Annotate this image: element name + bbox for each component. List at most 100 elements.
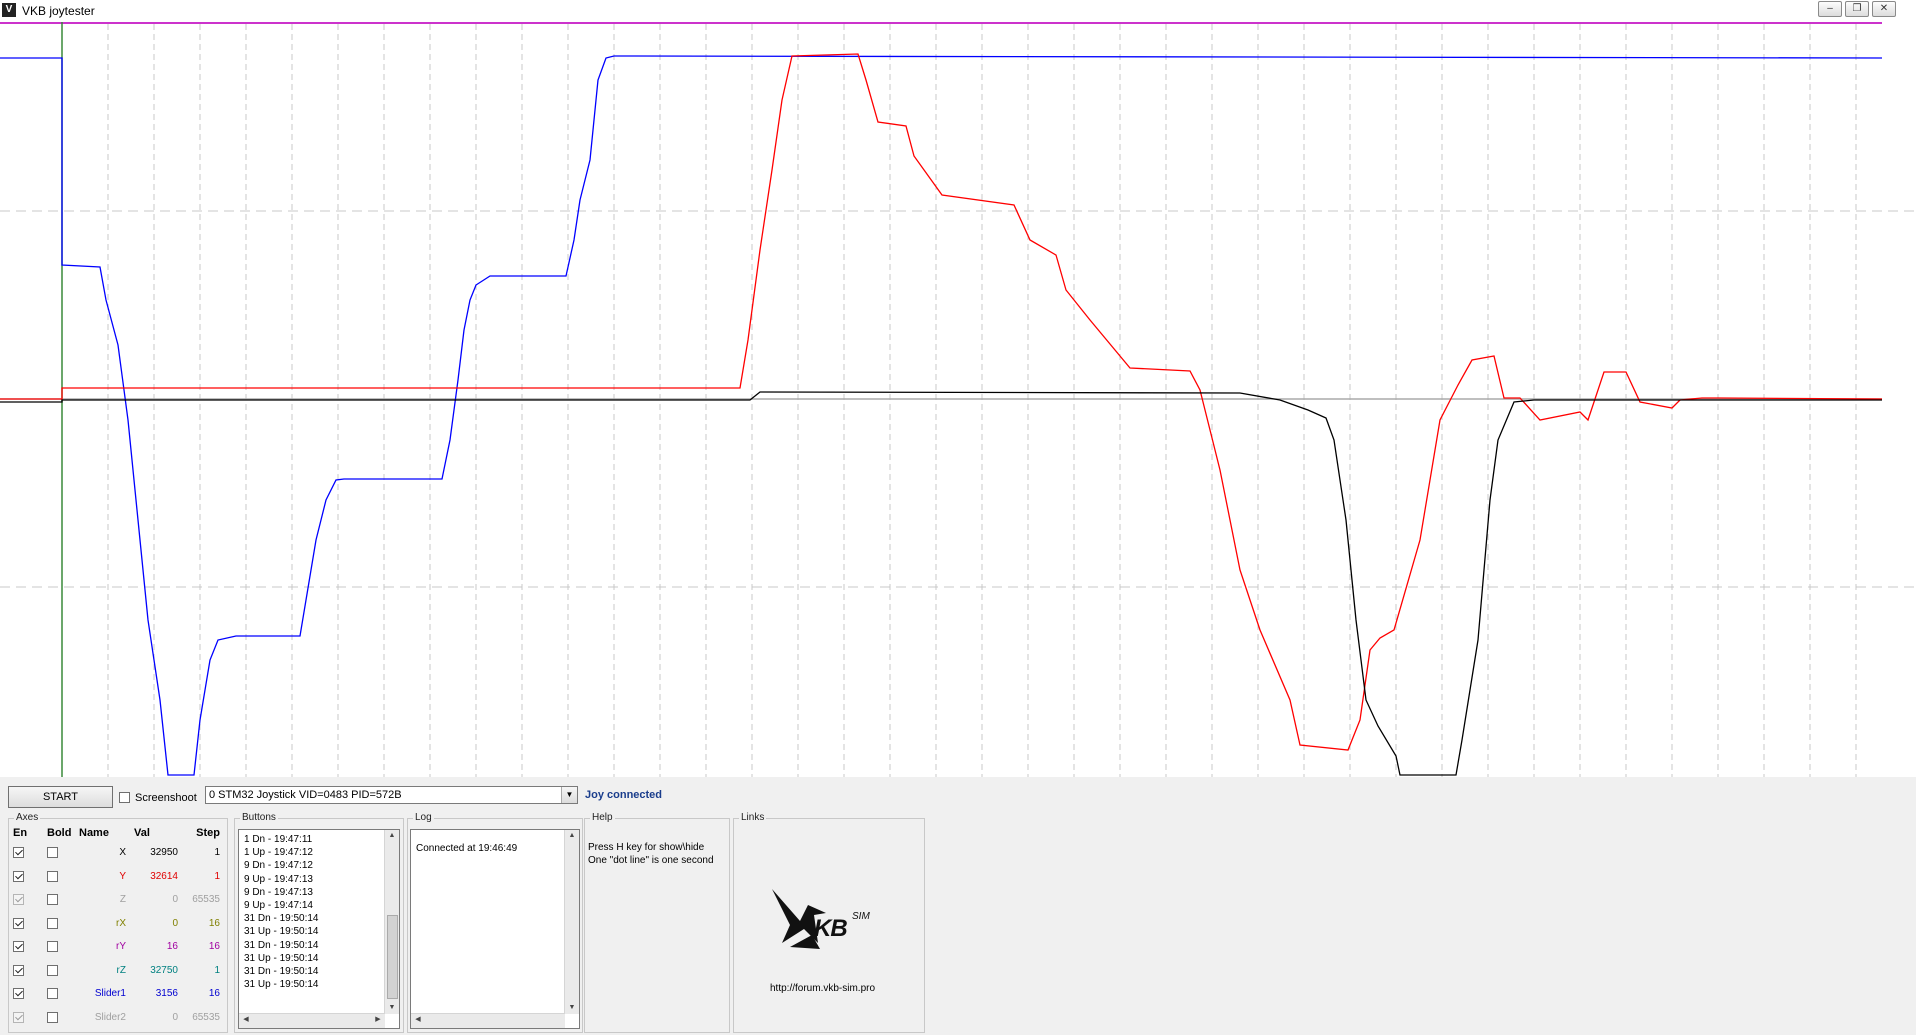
axis-value: 32950 [150,847,178,859]
axis-row: rY 16 16 [13,935,220,959]
axis-bold-checkbox[interactable] [47,964,58,976]
log-group-label: Log [413,812,434,823]
restore-icon[interactable]: ❐ [1845,1,1869,17]
axis-enable-checkbox[interactable] [13,917,24,929]
axis-enable-checkbox[interactable] [13,847,24,859]
button-event-item[interactable]: 9 Dn - 19:47:13 [239,886,399,899]
log-group: Log Connected at 19:46:49 ▲ ▼ ◀ [407,812,583,1033]
buttons-group-label: Buttons [240,812,278,823]
scroll-down-icon[interactable]: ▼ [565,1002,579,1014]
axis-step: 1 [214,870,220,882]
ry-axis-trace [0,391,1882,776]
axis-bold-checkbox[interactable] [47,988,58,1000]
buttons-group: Buttons 1 Dn - 19:47:11 1 Up - 19:47:12 9 … [234,812,404,1033]
chevron-down-icon[interactable]: ▼ [561,787,577,803]
axis-plot-canvas [0,21,1916,777]
axis-step: 1 [214,847,220,859]
button-event-item[interactable]: 31 Dn - 19:50:14 [239,912,399,925]
axes-table: En Bold Name Val Step X 32950 1 Y 32614 1 Z 0 65… [13,825,220,1029]
help-line-1: Press H key for show\hide [588,842,705,853]
axis-name: Z [119,894,126,906]
axis-enable-checkbox[interactable] [13,870,24,882]
device-select[interactable]: 0 STM32 Joystick VID=0483 PID=572B ▼ [205,786,578,804]
log-vertical-scrollbar[interactable]: ▲ ▼ [564,830,579,1014]
axis-bold-checkbox[interactable] [47,941,58,953]
start-button[interactable]: START [8,786,113,808]
axis-row: rX 0 16 [13,912,220,936]
logo-superscript: SIM [852,911,870,922]
axes-group: Axes En Bold Name Val Step X 32950 1 Y 32614… [8,812,228,1033]
axis-bold-checkbox[interactable] [47,894,58,906]
links-group: Links KB SIM http://forum.vkb-sim.pro [733,812,925,1033]
minimize-icon[interactable]: – [1818,1,1842,17]
axes-group-label: Axes [14,812,41,823]
forum-link[interactable]: http://forum.vkb-sim.pro [770,983,875,994]
help-text: Press H key for show\hide One "dot line"… [588,841,714,867]
button-event-item[interactable]: 31 Up - 19:50:14 [239,952,399,965]
connection-status: Joy connected [585,789,663,801]
button-event-item[interactable]: 31 Dn - 19:50:14 [239,939,399,952]
axis-step: 16 [208,917,220,929]
axis-value: 32614 [150,870,178,882]
close-icon[interactable]: ✕ [1872,1,1896,17]
axis-name: Slider1 [94,988,126,1000]
scroll-left-icon[interactable]: ◀ [411,1014,425,1026]
col-name: Name [79,827,109,839]
vkb-sim-logo: KB SIM [768,885,898,967]
help-group-label: Help [590,812,615,823]
axis-value: 0 [172,894,178,906]
buttons-event-list[interactable]: 1 Dn - 19:47:11 1 Up - 19:47:12 9 Dn - 19:… [238,829,400,1029]
axis-enable-checkbox[interactable] [13,941,24,953]
axis-bold-checkbox[interactable] [47,870,58,882]
slider1-trace [0,55,1883,776]
col-en: En [13,827,28,839]
axis-enable-checkbox[interactable] [13,1011,24,1023]
axis-row: Y 32614 1 [13,865,220,889]
button-event-item[interactable]: 9 Dn - 19:47:12 [239,859,399,872]
log-horizontal-scrollbar[interactable]: ◀ [411,1013,565,1028]
vkb-app-icon: V [2,3,16,17]
axis-enable-checkbox[interactable] [13,988,24,1000]
axis-name: Slider2 [94,1011,126,1023]
scroll-up-icon[interactable]: ▲ [565,830,579,842]
button-event-item[interactable]: 31 Up - 19:50:14 [239,925,399,938]
screenshoot-label: Screenshoot [135,792,197,804]
button-event-item[interactable]: 1 Up - 19:47:12 [239,846,399,859]
scroll-thumb[interactable] [387,915,398,999]
axis-bold-checkbox[interactable] [47,847,58,859]
axis-row: Slider2 0 65535 [13,1006,220,1030]
button-event-item[interactable]: 9 Up - 19:47:14 [239,899,399,912]
axis-step: 1 [214,964,220,976]
axis-value: 3156 [155,988,178,1000]
screenshoot-checkbox[interactable] [119,792,130,803]
col-bold: Bold [47,827,72,839]
axis-bold-checkbox[interactable] [47,917,58,929]
scroll-right-icon[interactable]: ▶ [371,1014,385,1026]
device-select-value: 0 STM32 Joystick VID=0483 PID=572B [209,789,402,801]
help-group: Help Press H key for show\hide One "dot … [584,812,730,1033]
axis-value: 16 [166,941,178,953]
axis-value: 0 [172,1011,178,1023]
button-event-item[interactable]: 9 Up - 19:47:13 [239,873,399,886]
axis-name: X [119,847,126,859]
vertical-scrollbar[interactable]: ▲ ▼ [384,830,399,1014]
axis-row: Slider1 3156 16 [13,982,220,1006]
scroll-up-icon[interactable]: ▲ [385,830,399,842]
axis-step: 65535 [192,894,220,906]
links-group-label: Links [739,812,767,823]
scroll-down-icon[interactable]: ▼ [385,1002,399,1014]
axis-enable-checkbox[interactable] [13,964,24,976]
button-event-item[interactable]: 31 Up - 19:50:14 [239,978,399,991]
axis-enable-checkbox[interactable] [13,894,24,906]
axis-name: Y [119,870,126,882]
button-event-item[interactable]: 1 Dn - 19:47:11 [239,833,399,846]
horizontal-scrollbar[interactable]: ◀ ▶ [239,1013,385,1028]
axis-bold-checkbox[interactable] [47,1011,58,1023]
log-line: Connected at 19:46:49 [416,843,518,854]
scroll-left-icon[interactable]: ◀ [239,1014,253,1026]
col-val: Val [134,827,150,839]
axis-row: Z 0 65535 [13,888,220,912]
axis-step: 16 [208,941,220,953]
log-textbox[interactable]: Connected at 19:46:49 ▲ ▼ ◀ [410,829,580,1029]
button-event-item[interactable]: 31 Dn - 19:50:14 [239,965,399,978]
